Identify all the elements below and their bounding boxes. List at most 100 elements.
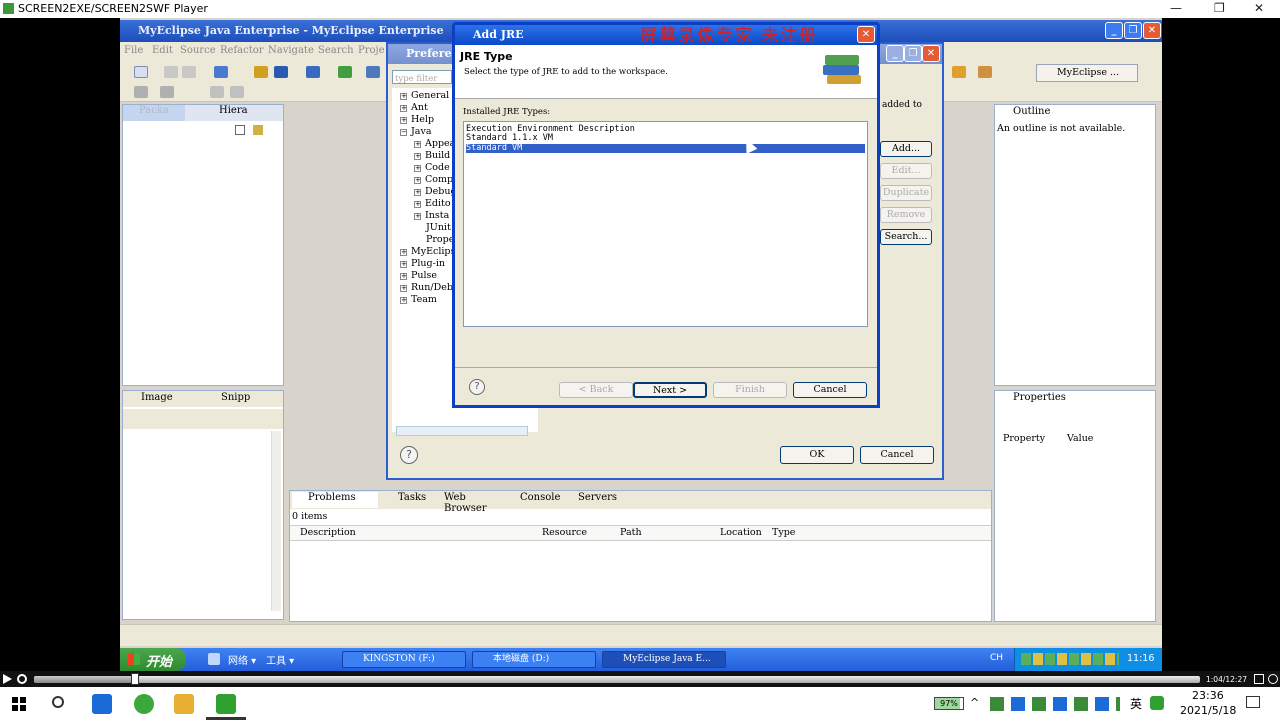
tree-installed-jres[interactable]: + Insta (414, 210, 449, 221)
perspective-button[interactable]: MyEclipse ... (1036, 64, 1138, 82)
print-icon[interactable] (182, 66, 196, 78)
tree-myeclipse[interactable]: + MyEclips (400, 246, 455, 257)
jre-duplicate-button[interactable]: Duplicate (880, 185, 932, 201)
finish-button[interactable]: Finish (713, 382, 787, 398)
add-jre-close-button[interactable]: ✕ (857, 26, 875, 43)
ide-minimize-button[interactable]: _ (1105, 22, 1123, 39)
app-u-icon[interactable] (92, 694, 112, 714)
tree-ant[interactable]: + Ant (400, 102, 428, 113)
column-location[interactable]: Location (720, 527, 762, 538)
jre-remove-button[interactable]: Remove (880, 207, 932, 223)
tree-compiler[interactable]: + Compi (414, 174, 456, 185)
player-app-icon[interactable] (216, 694, 236, 714)
tree-pulse[interactable]: + Pulse (400, 270, 437, 281)
link-editor-icon[interactable] (253, 125, 263, 135)
tree-team[interactable]: + Team (400, 294, 437, 305)
close-icon[interactable]: ✕ (1254, 1, 1264, 15)
seek-track[interactable] (34, 676, 1200, 683)
tree-plugin[interactable]: + Plug-in (400, 258, 445, 269)
prefs-close-button[interactable]: ✕ (922, 45, 940, 62)
next-button[interactable]: Next > (633, 382, 707, 398)
info-icon[interactable] (1268, 674, 1278, 684)
jre-search-button[interactable]: Search... (880, 229, 932, 245)
debug-icon[interactable] (366, 66, 380, 78)
run-icon[interactable] (338, 66, 352, 78)
menu-source[interactable]: Source (180, 45, 216, 56)
file-explorer-icon[interactable] (174, 694, 194, 714)
tab-problems[interactable]: Problems (292, 492, 378, 508)
help-icon[interactable]: ? (400, 446, 418, 464)
bookmark-icon[interactable] (952, 66, 966, 78)
lang-indicator[interactable]: CH (990, 653, 1003, 663)
play-icon[interactable] (3, 674, 12, 684)
security-icon[interactable] (1150, 696, 1164, 710)
notifications-icon[interactable] (1246, 696, 1260, 708)
tree-run-debug[interactable]: + Run/Debu (400, 282, 459, 293)
jre-type-standard-11x[interactable]: Standard 1.1.x VM (466, 134, 865, 143)
tab-servers[interactable]: Servers (564, 492, 624, 508)
tab-tasks[interactable]: Tasks (382, 492, 432, 508)
taskbar-kingston[interactable]: KINGSTON (F:) (342, 651, 466, 668)
server-icon[interactable] (254, 66, 268, 78)
tab-package-explorer[interactable]: Packa (123, 105, 185, 121)
menu-file[interactable]: File (124, 45, 143, 56)
tool-icon[interactable] (978, 66, 992, 78)
tree-hscrollbar[interactable] (396, 426, 528, 436)
prefs-ok-button[interactable]: OK (780, 446, 854, 464)
tree-editor[interactable]: + Edito (414, 198, 451, 209)
column-description[interactable]: Description (300, 527, 356, 538)
column-type[interactable]: Type (772, 527, 795, 538)
quick-launch-icon[interactable] (208, 653, 220, 665)
nav-right-icon[interactable] (230, 86, 244, 98)
tree-code[interactable]: + Code (414, 162, 450, 173)
toolbar-tools[interactable]: 工具 ▾ (266, 652, 294, 667)
xp-start-button[interactable]: 开始 (120, 648, 186, 671)
tree-appearance[interactable]: + Appea (414, 138, 455, 149)
menu-search[interactable]: Search (318, 45, 354, 56)
toolbar-network[interactable]: 网络 ▾ (228, 652, 256, 667)
tree-java[interactable]: − Java (400, 126, 432, 137)
tab-outline[interactable]: Outline (997, 106, 1067, 122)
prefs-cancel-button[interactable]: Cancel (860, 446, 934, 464)
preferences-filter-input[interactable]: type filter (392, 70, 452, 84)
browser-icon-taskbar[interactable] (134, 694, 154, 714)
tab-image[interactable]: Image (125, 392, 185, 408)
collapse-all-icon[interactable] (235, 125, 245, 135)
minimize-icon[interactable]: — (1170, 1, 1182, 15)
back-arrow-icon[interactable] (134, 86, 148, 98)
column-path[interactable]: Path (620, 527, 642, 538)
deploy-icon[interactable] (274, 66, 288, 78)
add-jre-cancel-button[interactable]: Cancel (793, 382, 867, 398)
settings-icon[interactable] (17, 674, 27, 684)
tree-debug[interactable]: + Debug (414, 186, 457, 197)
menu-refactor[interactable]: Refactor (220, 45, 264, 56)
taskbar-myeclipse[interactable]: MyEclipse Java E... (602, 651, 726, 668)
tree-build[interactable]: + Build (414, 150, 450, 161)
taskbar-local-disk[interactable]: 本地磁盘 (D:) (472, 651, 596, 668)
windows-start-icon[interactable] (12, 697, 26, 711)
tab-properties[interactable]: Properties (997, 392, 1077, 408)
jre-type-standard-vm[interactable]: Standard VM (466, 144, 865, 153)
fullscreen-icon[interactable] (1254, 674, 1264, 684)
image-scrollbar[interactable] (271, 431, 281, 611)
ide-close-button[interactable]: ✕ (1143, 22, 1161, 39)
add-jre-help-icon[interactable]: ? (469, 379, 485, 395)
new-icon[interactable] (134, 66, 148, 78)
tray-app-icons[interactable] (990, 697, 1120, 711)
tab-console[interactable]: Console (506, 492, 562, 508)
tab-snippets[interactable]: Snipp (207, 392, 267, 408)
ime-indicator[interactable]: 英 (1130, 695, 1142, 712)
prefs-minimize-button[interactable]: _ (886, 45, 904, 62)
seek-thumb[interactable] (131, 673, 140, 685)
tree-help[interactable]: + Help (400, 114, 434, 125)
tab-hierarchy[interactable]: Hiera (205, 105, 265, 121)
browser-icon[interactable] (306, 66, 320, 78)
package-icon[interactable] (214, 66, 228, 78)
menu-navigate[interactable]: Navigate (268, 45, 314, 56)
column-resource[interactable]: Resource (542, 527, 587, 538)
jre-add-button[interactable]: Add... (880, 141, 932, 157)
restore-icon[interactable]: ❐ (1214, 1, 1225, 15)
prefs-maximize-button[interactable]: ❐ (904, 45, 922, 62)
menu-edit[interactable]: Edit (152, 45, 173, 56)
forward-arrow-icon[interactable] (160, 86, 174, 98)
